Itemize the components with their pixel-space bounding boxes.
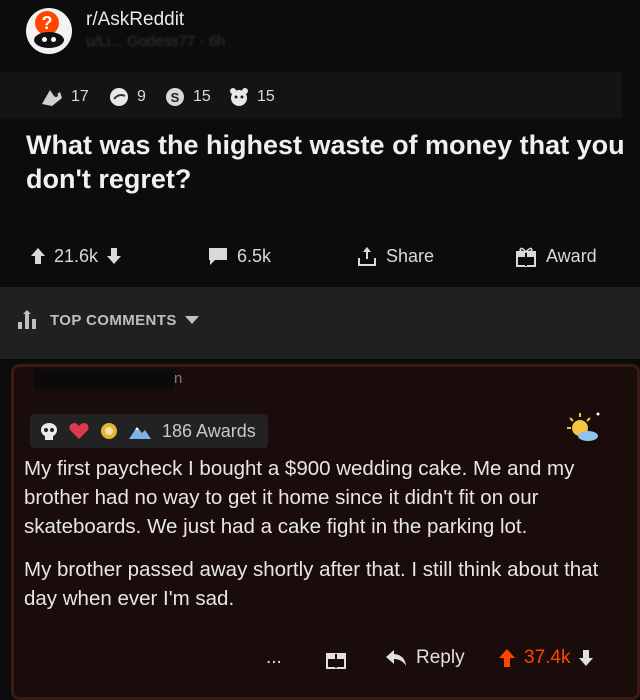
award-item[interactable]: 17 xyxy=(40,86,89,108)
subreddit-name[interactable]: r/AskReddit xyxy=(86,9,225,31)
award-label: Award xyxy=(546,245,597,266)
rocket-like-award-icon xyxy=(42,90,62,106)
comment-bubble-icon xyxy=(209,248,227,265)
skull-award-icon xyxy=(41,423,57,440)
award-count: 17 xyxy=(71,88,89,105)
post-author[interactable]: u/Li... Godess77 · 6h xyxy=(86,31,225,53)
award-strip xyxy=(0,72,622,118)
svg-text:S: S xyxy=(171,90,180,105)
upvote-arrow-icon[interactable] xyxy=(30,247,46,265)
award-count: 9 xyxy=(137,88,146,105)
comment-award-button[interactable] xyxy=(324,643,348,673)
awards-count: 186 Awards xyxy=(162,420,256,441)
comment-paragraph: My brother passed away shortly after tha… xyxy=(24,558,599,610)
sunrise-award-icon xyxy=(567,412,600,441)
share-label: Share xyxy=(386,245,435,266)
chevron-down-icon xyxy=(184,316,199,324)
downvote-arrow-icon[interactable] xyxy=(578,649,594,667)
sort-label: TOP COMMENTS xyxy=(50,311,177,329)
award-item[interactable]: 9 xyxy=(108,86,146,108)
downvote-arrow-icon[interactable] xyxy=(106,247,122,265)
award-count: 15 xyxy=(193,88,211,105)
post-vote-group: 21.6k xyxy=(30,240,122,272)
comment-paragraph: My first paycheck I bought a $900 weddin… xyxy=(24,457,575,538)
reply-label: Reply xyxy=(416,647,465,668)
comment-count: 6.5k xyxy=(237,245,272,266)
award-item[interactable]: S 15 xyxy=(164,86,211,108)
reply-button[interactable]: Reply xyxy=(384,643,465,673)
silver-coin-award-icon: S xyxy=(166,88,184,106)
reply-arrow-icon xyxy=(386,650,406,666)
upvote-arrow-icon[interactable] xyxy=(498,648,516,668)
comments-button[interactable]: 6.5k xyxy=(207,240,271,272)
gold-crest-award-icon xyxy=(101,423,117,439)
sort-dropdown[interactable]: TOP COMMENTS xyxy=(16,310,199,330)
sort-bars-icon xyxy=(18,310,36,329)
mountain-award-icon xyxy=(129,427,151,439)
share-icon xyxy=(358,247,376,266)
heart-award-icon xyxy=(69,423,89,439)
post-header: ? r/AskReddit u/Li... Godess77 · 6h xyxy=(26,6,225,56)
more-options-label: ... xyxy=(266,647,282,668)
award-button[interactable]: Award xyxy=(514,240,597,272)
post-actions: 21.6k 6.5k Share Award xyxy=(0,240,640,272)
comment-body: My first paycheck I bought a $900 weddin… xyxy=(24,454,624,627)
award-item[interactable]: 15 xyxy=(228,86,275,108)
comment-username-tail[interactable]: n xyxy=(174,370,182,387)
comment-vote-count: 37.4k xyxy=(524,647,571,668)
comment-awards[interactable]: 186 Awards xyxy=(30,414,268,448)
wholesome-award-icon xyxy=(230,88,248,106)
post-vote-count: 21.6k xyxy=(54,245,99,266)
subreddit-icon[interactable]: ? xyxy=(26,8,72,54)
more-options-button[interactable]: ... xyxy=(266,643,282,673)
post-title[interactable]: What was the highest waste of money that… xyxy=(26,128,626,196)
share-button[interactable]: Share xyxy=(356,240,434,272)
facepalm-award-icon xyxy=(110,88,128,106)
comment-actions: ... Reply 37.4k xyxy=(0,643,640,673)
gift-icon xyxy=(516,247,536,267)
comment-username-redacted xyxy=(34,369,174,389)
award-count: 15 xyxy=(257,88,275,105)
comment-vote-group: 37.4k xyxy=(498,643,594,673)
gift-icon xyxy=(326,653,346,669)
